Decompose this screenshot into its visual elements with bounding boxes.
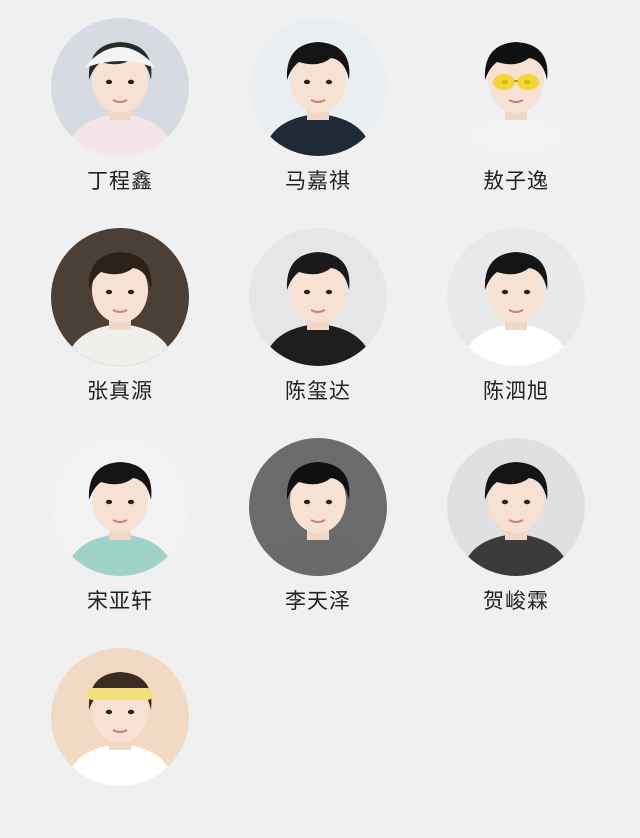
profile-card[interactable]: 马嘉祺	[228, 18, 408, 208]
profile-card[interactable]: 张真源	[30, 228, 210, 418]
profile-card[interactable]: 敖子逸	[426, 18, 606, 208]
profile-name: 马嘉祺	[285, 169, 351, 193]
avatar[interactable]	[447, 18, 585, 156]
profile-name: 陈玺达	[285, 379, 351, 403]
portrait-image	[51, 18, 189, 156]
profile-name: 陈泗旭	[483, 379, 549, 403]
portrait-image	[51, 438, 189, 576]
avatar[interactable]	[51, 228, 189, 366]
portrait-image	[249, 228, 387, 366]
avatar[interactable]	[447, 438, 585, 576]
profile-name: 李天泽	[285, 589, 351, 613]
profile-card[interactable]: 宋亚轩	[30, 438, 210, 628]
profile-card[interactable]: 陈玺达	[228, 228, 408, 418]
portrait-image	[249, 438, 387, 576]
avatar[interactable]	[249, 228, 387, 366]
profile-card[interactable]	[30, 648, 210, 838]
portrait-image	[51, 228, 189, 366]
avatar[interactable]	[51, 438, 189, 576]
avatar[interactable]	[249, 438, 387, 576]
portrait-image	[249, 18, 387, 156]
profile-name: 贺峻霖	[483, 589, 549, 613]
profile-name: 丁程鑫	[87, 169, 153, 193]
profile-card[interactable]: 李天泽	[228, 438, 408, 628]
profile-name: 宋亚轩	[87, 589, 153, 613]
profile-name: 张真源	[87, 379, 153, 403]
portrait-image	[447, 228, 585, 366]
avatar[interactable]	[447, 228, 585, 366]
avatar[interactable]	[249, 18, 387, 156]
avatar[interactable]	[51, 18, 189, 156]
portrait-image	[447, 438, 585, 576]
avatar[interactable]	[51, 648, 189, 786]
profile-card[interactable]: 丁程鑫	[30, 18, 210, 208]
profile-name: 敖子逸	[483, 169, 549, 193]
profile-card[interactable]: 陈泗旭	[426, 228, 606, 418]
profile-card[interactable]: 贺峻霖	[426, 438, 606, 628]
avatar-grid: 丁程鑫 马嘉祺 敖子逸 张真源 陈玺达 陈泗旭 宋亚轩 李天泽 贺峻霖	[0, 0, 640, 795]
portrait-image	[447, 18, 585, 156]
portrait-image	[51, 648, 189, 786]
